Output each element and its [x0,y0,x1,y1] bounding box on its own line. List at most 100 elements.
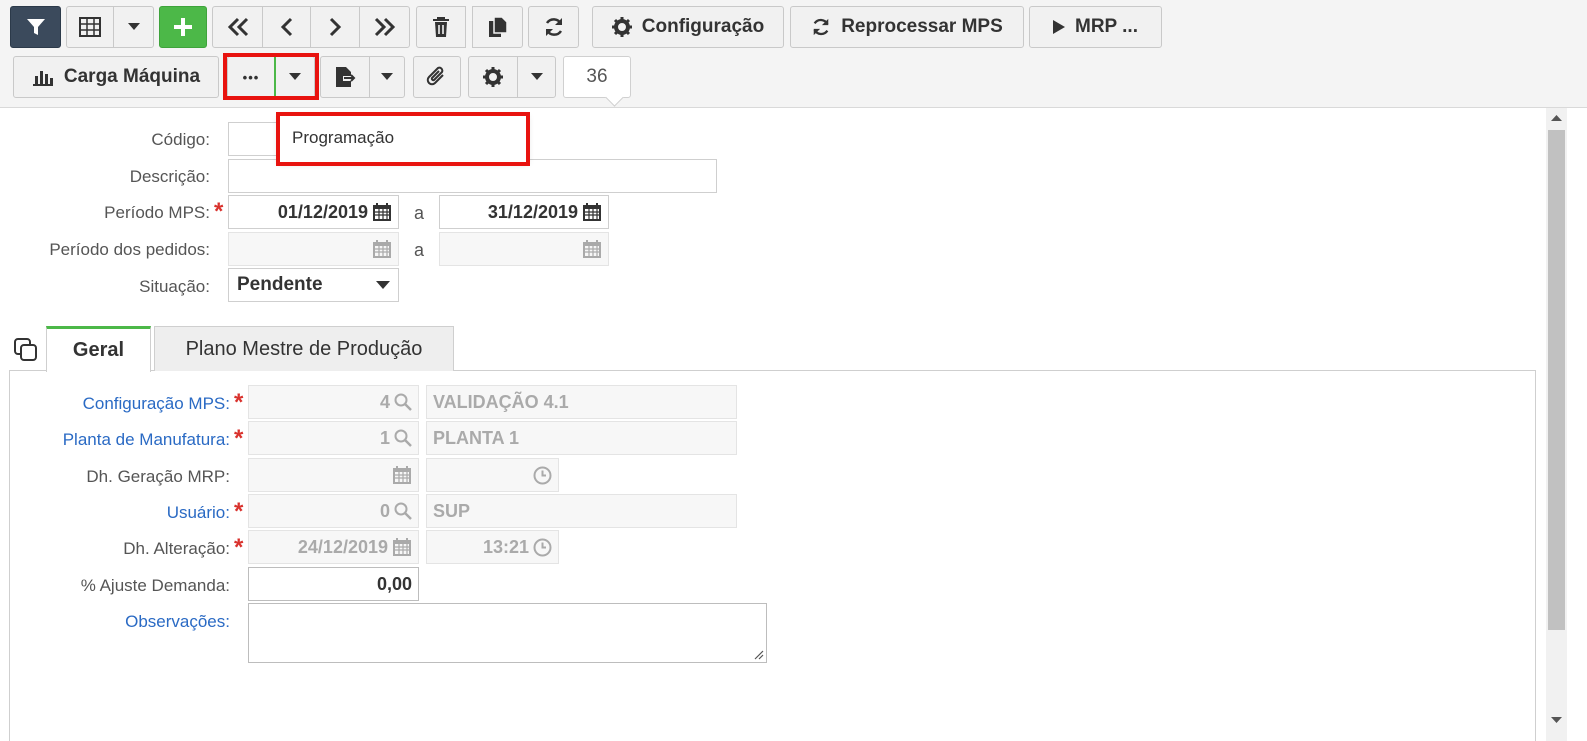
usuario-label[interactable]: Usuário: [20,503,230,523]
dh-alteracao-date-value: 24/12/2019 [297,536,388,557]
tab-plano-mestre[interactable]: Plano Mestre de Produção [154,326,454,371]
configuracao-button[interactable]: Configuração [592,6,784,48]
situacao-select[interactable]: Pendente [228,268,399,302]
ajuste-demanda-label: % Ajuste Demanda: [80,576,230,595]
paperclip-icon [426,66,444,86]
settings-button[interactable] [468,56,518,98]
tab-geral[interactable]: Geral [46,326,151,372]
copy-tabs-icon[interactable] [14,338,38,362]
tab-geral-label: Geral [72,339,125,361]
first-record-button[interactable] [212,6,263,48]
dh-alteracao-date-field[interactable]: 24/12/2019 [248,530,419,564]
attachment-button[interactable] [413,56,461,98]
configuracao-label: Configuração [641,16,765,37]
observacoes-textarea[interactable] [248,603,767,663]
last-record-button[interactable] [359,6,410,48]
planta-code-value: 1 [379,427,390,448]
clock-icon[interactable] [533,466,552,485]
dh-geracao-date-field[interactable] [248,458,419,492]
planta-label[interactable]: Planta de Manufatura: [20,430,230,450]
usuario-code-field[interactable]: 0 [248,494,419,528]
planta-code-field[interactable]: 1 [248,421,419,455]
dh-geracao-label: Dh. Geração MRP: [86,467,230,486]
calendar-icon[interactable] [392,537,412,557]
scroll-down-icon[interactable] [1551,716,1562,724]
copy-button[interactable] [472,6,523,48]
periodo-pedidos-end-field[interactable] [439,232,609,266]
config-mps-code-value: 4 [379,391,390,412]
gear-icon [611,17,632,37]
refresh-icon [813,18,829,36]
required-marker: * [234,534,244,561]
periodo-pedidos-start-field[interactable] [228,232,399,266]
periodo-mps-end-field[interactable]: 31/12/2019 [439,195,609,229]
periodo-mps-start-field[interactable]: 01/12/2019 [228,195,399,229]
ajuste-demanda-field[interactable]: 0,00 [248,567,419,601]
required-marker: * [234,498,244,525]
periodo-mps-label: Período MPS: [104,203,210,222]
caret-down-icon [530,73,543,80]
grid-view-dropdown[interactable] [113,6,154,48]
refresh-icon [545,18,562,36]
situacao-label: Situação: [139,277,210,296]
export-dropdown[interactable] [369,56,405,98]
observacoes-label[interactable]: Observações: [20,612,230,632]
carga-maquina-label: Carga Máquina [63,66,201,87]
dh-alteracao-time-field[interactable]: 13:21 [426,530,559,564]
scrollbar-thumb[interactable] [1548,130,1565,630]
record-counter: 36 [563,56,631,98]
record-counter-value: 36 [586,66,608,87]
settings-dropdown[interactable] [517,56,556,98]
config-mps-desc-value: VALIDAÇÃO 4.1 [433,391,569,412]
caret-down-icon [376,281,390,289]
periodo-mps-start-value: 01/12/2019 [277,201,368,222]
reprocessar-mps-button[interactable]: Reprocessar MPS [790,6,1024,48]
table-icon [79,17,101,37]
carga-maquina-button[interactable]: Carga Máquina [13,56,219,98]
double-chevron-left-icon [227,17,248,37]
more-actions-highlight [223,53,319,100]
periodo-pedidos-separator: a [414,240,425,260]
scroll-up-icon[interactable] [1551,114,1562,122]
refresh-button[interactable] [528,6,579,48]
codigo-label: Código: [151,130,210,149]
next-record-button[interactable] [310,6,360,48]
planta-desc-value: PLANTA 1 [433,427,520,448]
search-icon[interactable] [394,502,412,520]
required-marker: * [214,198,224,225]
required-marker: * [234,389,244,416]
mrp-label: MRP ... [1075,16,1138,37]
delete-button[interactable] [416,6,466,48]
descricao-label: Descrição: [129,167,210,186]
search-icon[interactable] [394,393,412,411]
dh-alteracao-label: Dh. Alteração: [123,539,230,558]
caret-down-icon [127,23,140,30]
planta-desc-field: PLANTA 1 [426,421,737,455]
grid-view-button[interactable] [66,6,114,48]
ajuste-demanda-value: 0,00 [376,573,412,594]
config-mps-label[interactable]: Configuração MPS: [20,394,230,414]
dh-geracao-time-field[interactable] [426,458,559,492]
export-button[interactable] [320,56,370,98]
calendar-icon[interactable] [372,202,392,222]
mrp-button[interactable]: MRP ... [1029,6,1162,48]
calendar-icon[interactable] [582,202,602,222]
chevron-left-icon [280,17,292,37]
config-mps-code-field[interactable]: 4 [248,385,419,419]
resize-handle-icon[interactable] [754,650,764,660]
previous-record-button[interactable] [262,6,311,48]
codigo-field[interactable] [228,122,278,156]
clock-icon[interactable] [533,538,552,557]
add-button[interactable] [159,6,207,48]
vertical-scrollbar[interactable] [1546,108,1567,741]
filter-button[interactable] [10,6,61,48]
calendar-icon[interactable] [372,239,392,259]
config-mps-desc-field: VALIDAÇÃO 4.1 [426,385,737,419]
caret-down-icon [381,73,393,80]
situacao-value: Pendente [237,274,323,295]
calendar-icon[interactable] [392,465,412,485]
calendar-icon[interactable] [582,239,602,259]
search-icon[interactable] [394,429,412,447]
bar-chart-icon [32,71,53,86]
dh-alteracao-time-value: 13:21 [482,536,529,557]
